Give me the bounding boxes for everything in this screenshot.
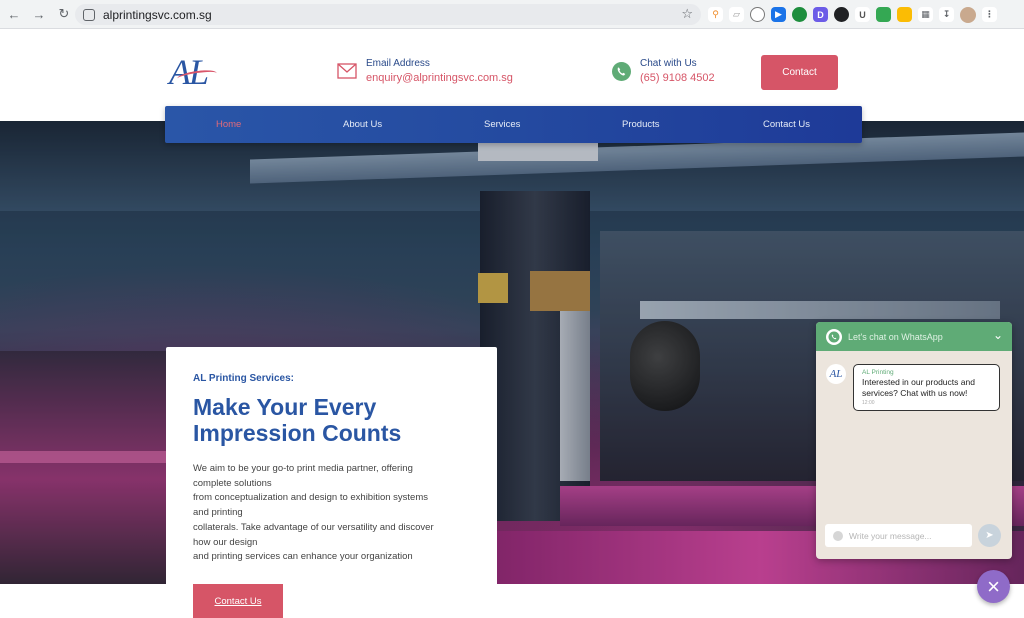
hero-description-line: how our design <box>193 536 258 548</box>
hero-title: Make Your Every Impression Counts <box>193 394 402 446</box>
chat-message-text: Interested in our products and services?… <box>862 377 975 398</box>
chat-label: Chat with Us <box>640 58 697 69</box>
address-bar[interactable]: alprintingsvc.com.sg ☆ <box>75 4 701 25</box>
extension-icon[interactable]: ▱ <box>729 7 744 22</box>
chat-avatar: AL <box>826 364 846 384</box>
extension-icon[interactable] <box>897 7 912 22</box>
nav-item-home[interactable]: Home <box>216 119 241 130</box>
hero-description: We aim to be your go-to print media part… <box>193 462 470 565</box>
hero-description-line: and printing services can enhance your o… <box>193 551 413 563</box>
chat-message-time: 12:00 <box>862 400 875 406</box>
reload-icon[interactable]: ↻ <box>53 3 75 25</box>
whatsapp-header-text: Let's chat on WhatsApp <box>848 331 943 342</box>
chat-message-input[interactable]: Write your message... <box>825 524 972 547</box>
bookmark-star-icon[interactable]: ☆ <box>681 6 693 22</box>
nav-item-services[interactable]: Services <box>484 119 520 130</box>
extension-icon[interactable] <box>792 7 807 22</box>
puzzle-icon[interactable]: ▦ <box>918 7 933 22</box>
back-icon[interactable]: ← <box>3 3 25 25</box>
whatsapp-logo-icon <box>826 328 842 345</box>
hero-description-line: We aim to be your go-to print media part… <box>193 463 413 474</box>
extension-icon[interactable] <box>876 7 891 22</box>
menu-kebab-icon[interactable]: ⋮ <box>982 7 997 22</box>
email-contact[interactable]: Email Address enquiry@alprintingsvc.com.… <box>336 58 513 84</box>
download-icon[interactable]: ↧ <box>939 7 954 22</box>
send-icon[interactable]: ➤ <box>978 524 1001 547</box>
hero-description-line: from conceptualization and design to exh… <box>193 492 428 504</box>
hero-description-line: complete solutions <box>193 477 272 489</box>
hero-description-line: and printing <box>193 507 243 519</box>
extensions-row: ⚲ ▱ ▶ D U ▦ ↧ ⋮ <box>708 6 997 23</box>
extension-icon[interactable]: D <box>813 7 828 22</box>
chevron-down-icon[interactable]: ⌄ <box>993 328 1003 342</box>
main-nav: Home About Us Services Products Contact … <box>165 106 862 143</box>
whatsapp-icon <box>610 60 632 82</box>
hero-card: AL Printing Services: Make Your Every Im… <box>166 347 497 618</box>
extension-icon[interactable] <box>750 7 765 22</box>
contact-us-button[interactable]: Contact Us <box>193 584 283 618</box>
url-text: alprintingsvc.com.sg <box>103 7 212 22</box>
profile-avatar[interactable] <box>960 6 976 23</box>
emoji-icon[interactable] <box>833 530 843 541</box>
phone-link[interactable]: (65) 9108 4502 <box>640 72 715 84</box>
whatsapp-widget-header[interactable]: Let's chat on WhatsApp ⌄ <box>816 322 1012 351</box>
chat-message-bubble: AL Printing Interested in our products a… <box>853 364 1000 411</box>
extension-icon[interactable]: ▶ <box>771 7 786 22</box>
hero-description-line: collaterals. Take advantage of our versa… <box>193 521 434 533</box>
email-label: Email Address <box>366 58 430 69</box>
hero-subtitle: AL Printing Services: <box>193 373 294 384</box>
forward-icon[interactable]: → <box>28 3 50 25</box>
close-chat-icon[interactable]: × <box>977 570 1010 603</box>
extension-icon[interactable] <box>834 7 849 22</box>
email-link[interactable]: enquiry@alprintingsvc.com.sg <box>366 72 513 84</box>
nav-item-about-us[interactable]: About Us <box>343 119 382 130</box>
nav-item-contact-us[interactable]: Contact Us <box>763 119 810 130</box>
browser-toolbar: ← → ↻ alprintingsvc.com.sg ☆ ⚲ ▱ ▶ D U ▦… <box>0 0 1024 29</box>
whatsapp-chat-widget: Let's chat on WhatsApp ⌄ AL AL Printing … <box>816 322 1012 559</box>
contact-button[interactable]: Contact <box>761 55 838 90</box>
extension-icon[interactable]: U <box>855 7 870 22</box>
key-extension-icon[interactable]: ⚲ <box>708 7 723 22</box>
site-info-icon[interactable] <box>83 8 95 21</box>
logo[interactable]: AL <box>169 51 221 95</box>
chat-sender-name: AL Printing <box>862 369 894 376</box>
chat-contact[interactable]: Chat with Us (65) 9108 4502 <box>610 58 715 84</box>
nav-item-products[interactable]: Products <box>622 119 660 130</box>
envelope-icon <box>336 60 358 82</box>
chat-input-placeholder: Write your message... <box>849 530 932 541</box>
